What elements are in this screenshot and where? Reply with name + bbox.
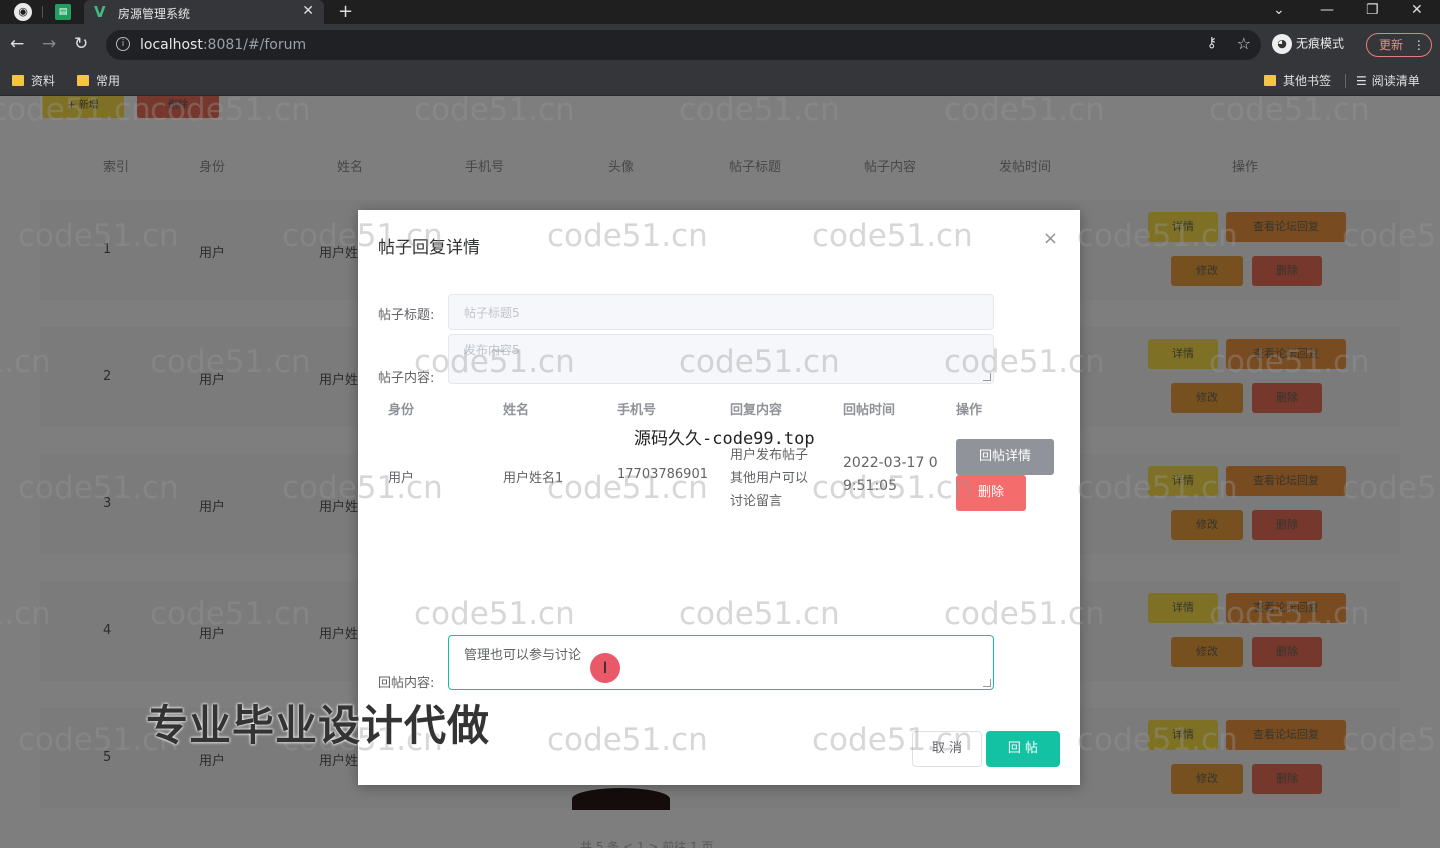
reply-content-line: 其他用户可以 — [730, 471, 809, 486]
tab-title: 房源管理系统 — [118, 7, 191, 21]
reply-input-value: 管理也可以参与讨论 — [464, 648, 582, 663]
reply-header-content: 回复内容 — [730, 403, 783, 418]
text-cursor-icon: I — [590, 653, 620, 683]
reply-header-phone: 手机号 — [617, 403, 657, 418]
reply-time-line: 2022-03-17 0 — [843, 455, 938, 471]
incognito-label: 无痕模式 — [1296, 36, 1345, 51]
reply-time: 2022-03-17 0 9:51:05 — [843, 452, 938, 498]
reply-delete-button[interactable]: 删除 — [956, 475, 1026, 511]
address-toolbar: ← → ↻ i localhost:8081/#/forum ⚷ ☆ ◕ 无痕模式… — [0, 24, 1440, 66]
password-key-icon[interactable]: ⚷ — [1207, 35, 1217, 51]
restore-icon[interactable]: ❐ — [1366, 2, 1379, 18]
bookmark-folder-1[interactable]: 常用 — [77, 72, 120, 89]
reading-list[interactable]: ☰ 阅读清单 — [1356, 72, 1420, 89]
reply-time-line: 9:51:05 — [843, 478, 897, 494]
post-title-field[interactable]: 帖子标题5 — [448, 294, 994, 330]
reply-role: 用户 — [388, 471, 415, 486]
reply-header-time: 回帖时间 — [843, 403, 896, 418]
minimize-icon[interactable]: — — [1320, 2, 1334, 18]
post-content-value: 发布内容5 — [464, 343, 520, 357]
reload-icon[interactable]: ↻ — [74, 34, 88, 54]
bookmark-folder-0[interactable]: 资料 — [12, 72, 55, 89]
globe-icon[interactable]: ◉ — [14, 3, 32, 21]
reply-content-line: 用户发布帖子 — [730, 448, 809, 463]
active-tab[interactable]: V 房源管理系统 ✕ — [84, 0, 324, 24]
reply-content-input[interactable]: 管理也可以参与讨论 — [448, 635, 994, 690]
url-text[interactable]: localhost:8081/#/forum — [140, 37, 306, 53]
tab-close-icon[interactable]: ✕ — [302, 3, 314, 19]
close-icon[interactable]: × — [1043, 228, 1058, 249]
bookmarks-bar: 资料 常用 其他书签 ☰ 阅读清单 — [0, 66, 1440, 96]
folder-icon — [12, 75, 24, 86]
site-info-icon[interactable]: i — [116, 37, 130, 51]
app-tab-icon[interactable]: ▤ — [55, 4, 71, 20]
reply-header-actions: 操作 — [956, 403, 983, 418]
reply-phone: 17703786901 — [617, 467, 708, 482]
dialog-title: 帖子回复详情 — [378, 238, 480, 258]
update-button[interactable]: 更新 ⋮ — [1366, 33, 1432, 57]
browser-tab-strip: ◉ ▤ V 房源管理系统 ✕ + ⌄ — ❐ ✕ — [0, 0, 1440, 24]
reply-header-role: 身份 — [388, 403, 415, 418]
tab-search-icon[interactable]: ⌄ — [1273, 2, 1285, 18]
tab-divider — [42, 6, 43, 18]
post-title-label: 帖子标题: — [378, 308, 435, 323]
resize-handle-icon[interactable] — [983, 373, 991, 381]
reading-list-icon: ☰ — [1356, 74, 1367, 88]
reply-detail-button[interactable]: 回帖详情 — [956, 439, 1054, 475]
folder-icon — [1264, 75, 1276, 86]
reply-content-line: 讨论留言 — [730, 494, 783, 509]
incognito-indicator[interactable]: ◕ 无痕模式 — [1272, 34, 1344, 54]
reply-content-label: 回帖内容: — [378, 676, 435, 691]
vue-logo-icon: V — [94, 3, 106, 21]
other-bookmarks[interactable]: 其他书签 — [1264, 72, 1331, 89]
reply-header-name: 姓名 — [503, 403, 530, 418]
url-bar[interactable]: i localhost:8081/#/forum ⚷ ☆ — [106, 30, 1261, 60]
cancel-button[interactable]: 取 消 — [912, 731, 982, 767]
post-content-label: 帖子内容: — [378, 371, 435, 386]
new-tab-icon[interactable]: + — [338, 1, 353, 22]
submit-reply-button[interactable]: 回 帖 — [986, 731, 1060, 767]
bookmark-divider — [1345, 74, 1346, 88]
back-icon[interactable]: ← — [10, 34, 24, 54]
post-content-field[interactable]: 发布内容5 — [448, 334, 994, 384]
forward-icon[interactable]: → — [42, 34, 56, 54]
reply-name: 用户姓名1 — [503, 471, 564, 486]
promo-watermark: 专业毕业设计代做 — [146, 701, 491, 750]
resize-handle-icon[interactable] — [983, 679, 991, 687]
reply-content: 用户发布帖子 其他用户可以 讨论留言 — [730, 444, 830, 513]
bookmark-star-icon[interactable]: ☆ — [1237, 34, 1251, 53]
folder-icon — [77, 75, 89, 86]
incognito-icon: ◕ — [1272, 34, 1292, 54]
close-window-icon[interactable]: ✕ — [1411, 2, 1423, 18]
